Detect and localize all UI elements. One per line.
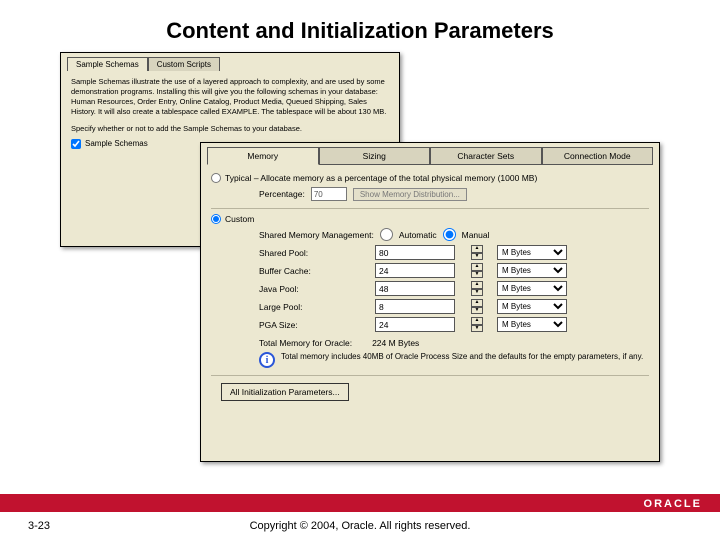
footer: ORACLE 3-23 Copyright © 2004, Oracle. Al… (0, 500, 720, 540)
pga-unit[interactable]: M Bytes (497, 317, 567, 332)
init-params-window: Memory Sizing Character Sets Connection … (200, 142, 660, 462)
large-pool-label: Large Pool: (259, 302, 369, 312)
sample-schemas-checkbox[interactable] (71, 139, 81, 149)
smm-label: Shared Memory Management: (259, 230, 374, 240)
front-tabs: Memory Sizing Character Sets Connection … (201, 143, 659, 165)
custom-radio[interactable] (211, 214, 221, 224)
tab-custom-scripts[interactable]: Custom Scripts (148, 57, 220, 71)
percent-field (311, 187, 347, 201)
memory-grid: Shared Pool: ▲▼ M Bytes Buffer Cache: ▲▼… (211, 243, 649, 334)
auto-label: Automatic (399, 230, 437, 240)
schema-spec: Specify whether or not to add the Sample… (61, 122, 399, 135)
large-pool-unit[interactable]: M Bytes (497, 299, 567, 314)
large-pool-spinner[interactable]: ▲▼ (471, 299, 483, 314)
typical-label: Typical – Allocate memory as a percentag… (225, 173, 537, 183)
oracle-logo: ORACLE (644, 498, 702, 510)
slide-title: Content and Initialization Parameters (0, 0, 720, 52)
tab-connmode[interactable]: Connection Mode (542, 147, 654, 165)
screenshot-area: Sample Schemas Custom Scripts Sample Sch… (60, 52, 660, 462)
java-pool-unit[interactable]: M Bytes (497, 281, 567, 296)
manual-label: Manual (462, 230, 490, 240)
sample-schemas-label: Sample Schemas (85, 139, 148, 148)
shared-pool-label: Shared Pool: (259, 248, 369, 258)
large-pool-field[interactable] (375, 299, 455, 314)
custom-label: Custom (225, 214, 254, 224)
buffer-cache-field[interactable] (375, 263, 455, 278)
info-icon: i (259, 352, 275, 368)
pga-spinner[interactable]: ▲▼ (471, 317, 483, 332)
schema-description: Sample Schemas illustrate the use of a l… (61, 71, 399, 122)
java-pool-field[interactable] (375, 281, 455, 296)
buffer-cache-spinner[interactable]: ▲▼ (471, 263, 483, 278)
tab-memory[interactable]: Memory (207, 147, 319, 165)
shared-pool-unit[interactable]: M Bytes (497, 245, 567, 260)
info-text: Total memory includes 40MB of Oracle Pro… (281, 352, 643, 361)
shared-pool-spinner[interactable]: ▲▼ (471, 245, 483, 260)
pga-label: PGA Size: (259, 320, 369, 330)
total-label: Total Memory for Oracle: (259, 338, 352, 348)
manual-radio[interactable] (443, 228, 456, 241)
tab-sizing[interactable]: Sizing (319, 147, 431, 165)
total-value: 224 M Bytes (372, 338, 419, 348)
red-bar (0, 494, 720, 512)
auto-radio[interactable] (380, 228, 393, 241)
all-init-params-button[interactable]: All Initialization Parameters... (221, 383, 349, 401)
shared-pool-field[interactable] (375, 245, 455, 260)
java-pool-spinner[interactable]: ▲▼ (471, 281, 483, 296)
copyright: Copyright © 2004, Oracle. All rights res… (0, 520, 720, 532)
tab-sample-schemas[interactable]: Sample Schemas (67, 57, 148, 71)
buffer-cache-label: Buffer Cache: (259, 266, 369, 276)
buffer-cache-unit[interactable]: M Bytes (497, 263, 567, 278)
java-pool-label: Java Pool: (259, 284, 369, 294)
typical-radio[interactable] (211, 173, 221, 183)
tab-charsets[interactable]: Character Sets (430, 147, 542, 165)
pga-field[interactable] (375, 317, 455, 332)
back-tabs: Sample Schemas Custom Scripts (61, 53, 399, 71)
show-memory-button: Show Memory Distribution... (353, 188, 467, 201)
percent-label: Percentage: (259, 189, 305, 199)
